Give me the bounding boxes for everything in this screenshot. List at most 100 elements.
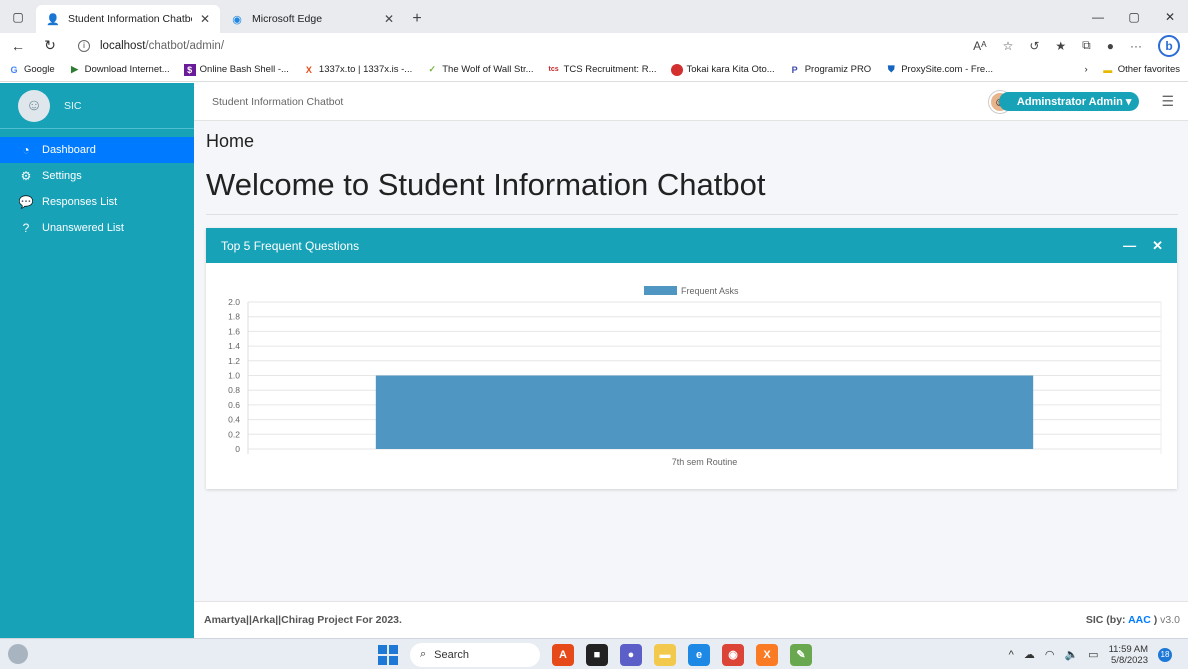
refresh-icon[interactable]: ↻ [40, 37, 60, 54]
add-favorite-icon[interactable]: ☆ [1003, 39, 1014, 53]
windows-taskbar: ⌕ Search A ■ ● ▬ e ◉ X ✎ ^ ☁ ◠ 🔈 ▭ 11:59… [0, 638, 1188, 669]
collapse-icon[interactable]: — [1123, 238, 1136, 254]
restore-icon[interactable]: ▢ [1116, 0, 1152, 33]
red-circle-icon [670, 63, 683, 76]
favorites-icon[interactable]: ★ [1055, 39, 1066, 53]
volume-icon[interactable]: 🔈 [1064, 648, 1078, 661]
bash-icon: $ [183, 63, 196, 76]
chevron-up-icon[interactable]: ^ [1009, 649, 1014, 661]
card-title: Top 5 Frequent Questions [221, 238, 360, 253]
favorite-google[interactable]: G Google [8, 64, 54, 76]
chrome-app-icon[interactable]: ◉ [722, 643, 744, 666]
bing-icon[interactable]: b [1158, 34, 1180, 57]
robot-logo-icon: ☺ [18, 89, 50, 122]
y-tick-label: 0.6 [228, 400, 240, 410]
xampp-app-icon[interactable]: X [756, 643, 778, 666]
frequent-questions-card: Top 5 Frequent Questions — ✕ Frequent As… [206, 228, 1177, 489]
back-icon[interactable]: ← [8, 38, 28, 54]
taskbar-search[interactable]: ⌕ Search [410, 642, 540, 667]
y-tick-label: 0.4 [228, 415, 240, 425]
programiz-icon: P [791, 64, 798, 75]
sidebar-menu: ◔ Dashboard ⚙ Settings 💬 Responses List … [0, 137, 194, 241]
close-window-icon[interactable]: ✕ [1152, 0, 1188, 33]
more-icon[interactable]: ··· [1130, 39, 1142, 53]
tab-actions-icon[interactable]: ▢ [0, 0, 36, 33]
chevron-right-icon[interactable]: › [1085, 64, 1088, 75]
play-icon: ▶ [71, 64, 79, 74]
address-bar: ← ↻ i localhost/chatbot/admin/ Aᴬ ☆ ↺ ★ … [0, 33, 1188, 58]
main-content: Home Welcome to Student Information Chat… [194, 121, 1188, 601]
tab-student-information-chatbot[interactable]: 👤 Student Information Chatbot ✕ [36, 5, 220, 33]
notepad-app-icon[interactable]: ✎ [790, 643, 812, 666]
url-text[interactable]: localhost/chatbot/admin/ [100, 40, 224, 52]
tab-microsoft-edge[interactable]: ◉ Microsoft Edge ✕ [220, 5, 404, 33]
close-icon[interactable]: ✕ [1152, 238, 1163, 254]
y-tick-label: 0 [235, 444, 240, 454]
battery-icon[interactable]: ▭ [1088, 648, 1098, 661]
card-header: Top 5 Frequent Questions — ✕ [206, 228, 1177, 263]
profile-icon[interactable]: ● [1107, 39, 1114, 53]
page-breadcrumb: Home [206, 131, 255, 151]
favorite-online-bash-shell[interactable]: $ Online Bash Shell -... [183, 63, 289, 76]
user-menu[interactable]: ☺ Adminstrator Admin ▾ [988, 90, 1140, 113]
cloud-icon[interactable]: ☁ [1024, 648, 1035, 661]
favorite-wolf-of-wall-street[interactable]: ✓ The Wolf of Wall Str... [426, 64, 533, 76]
system-tray: ^ ☁ ◠ 🔈 ▭ 11:59 AM 5/8/2023 18 [1009, 639, 1172, 669]
favorite-tcs-recruitment[interactable]: tcs TCS Recruitment: R... [548, 64, 657, 76]
sidebar-item-settings[interactable]: ⚙ Settings [0, 163, 194, 189]
favorite-tokai-kara[interactable]: Tokai kara Kita Oto... [670, 63, 775, 76]
y-tick-label: 1.6 [228, 326, 240, 336]
wifi-icon[interactable]: ◠ [1045, 648, 1055, 661]
sidebar-item-dashboard[interactable]: ◔ Dashboard [0, 137, 194, 163]
hamburger-menu-icon[interactable]: ☰ [1161, 93, 1174, 110]
taskbar-clock[interactable]: 11:59 AM 5/8/2023 [1109, 644, 1148, 666]
dashboard-icon: ◔ [22, 143, 30, 157]
close-tab-icon[interactable]: ✕ [384, 12, 394, 26]
favorite-download-internet[interactable]: ▶ Download Internet... [69, 64, 170, 76]
footer-credits: Amartya||Arka||Chirag Project For 2023. [204, 614, 402, 626]
sidebar-item-label: Responses List [42, 196, 118, 208]
user-dropdown-button[interactable]: Adminstrator Admin ▾ [998, 92, 1140, 111]
tcs-icon: tcs [548, 66, 559, 73]
url-field[interactable]: i localhost/chatbot/admin/ [72, 35, 961, 57]
page-title: Welcome to Student Information Chatbot [206, 167, 766, 202]
start-button[interactable] [378, 644, 398, 665]
footer-brand-link[interactable]: AAC [1128, 614, 1151, 626]
folder-icon: ▬ [1103, 64, 1113, 75]
y-tick-label: 1.2 [228, 356, 240, 366]
other-favorites[interactable]: ▬ Other favorites [1102, 64, 1180, 76]
y-tick-label: 0.8 [228, 385, 240, 395]
new-tab-button[interactable]: + [404, 5, 430, 33]
terminal-app-icon[interactable]: ■ [586, 643, 608, 666]
y-tick-label: 2.0 [228, 297, 240, 307]
refresh-sync-icon[interactable]: ↺ [1029, 39, 1039, 53]
brand-name: SIC [64, 99, 82, 112]
chat-app-icon[interactable]: ● [620, 643, 642, 666]
minimize-icon[interactable]: — [1080, 0, 1116, 33]
edge-app-icon[interactable]: e [688, 643, 710, 666]
card-tools: — ✕ [1123, 238, 1163, 254]
top-navbar: Student Information Chatbot ☺ Adminstrat… [194, 83, 1188, 121]
shield-icon: ⛊ [887, 64, 895, 74]
sidebar-item-unanswered-list[interactable]: ? Unanswered List [0, 215, 194, 241]
sidebar-item-responses-list[interactable]: 💬 Responses List [0, 189, 194, 215]
favorite-proxysite[interactable]: ⛊ ProxySite.com - Fre... [885, 64, 993, 76]
notification-badge[interactable]: 18 [1158, 647, 1172, 662]
window-controls: — ▢ ✕ [1080, 0, 1188, 33]
weather-widget-icon[interactable] [8, 644, 28, 664]
close-tab-icon[interactable]: ✕ [200, 12, 210, 26]
y-tick-label: 0.2 [228, 429, 240, 439]
info-icon[interactable]: i [78, 39, 90, 52]
person-icon: 👤 [46, 13, 60, 26]
collections-icon[interactable]: ⧉ [1082, 38, 1091, 53]
ai-app-icon[interactable]: A [552, 643, 574, 666]
favorite-programiz-pro[interactable]: P Programiz PRO [789, 64, 872, 76]
google-icon: G [10, 64, 18, 75]
sidebar-item-label: Dashboard [42, 144, 96, 156]
read-aloud-icon[interactable]: Aᴬ [973, 39, 986, 53]
edge-icon: ◉ [232, 13, 242, 26]
file-explorer-icon[interactable]: ▬ [654, 643, 676, 666]
favorite-1337x[interactable]: X 1337x.to | 1337x.is -... [303, 64, 412, 76]
taskbar-apps: ⌕ Search A ■ ● ▬ e ◉ X ✎ [378, 639, 812, 669]
brand-link[interactable]: ☺ SIC [0, 83, 194, 129]
